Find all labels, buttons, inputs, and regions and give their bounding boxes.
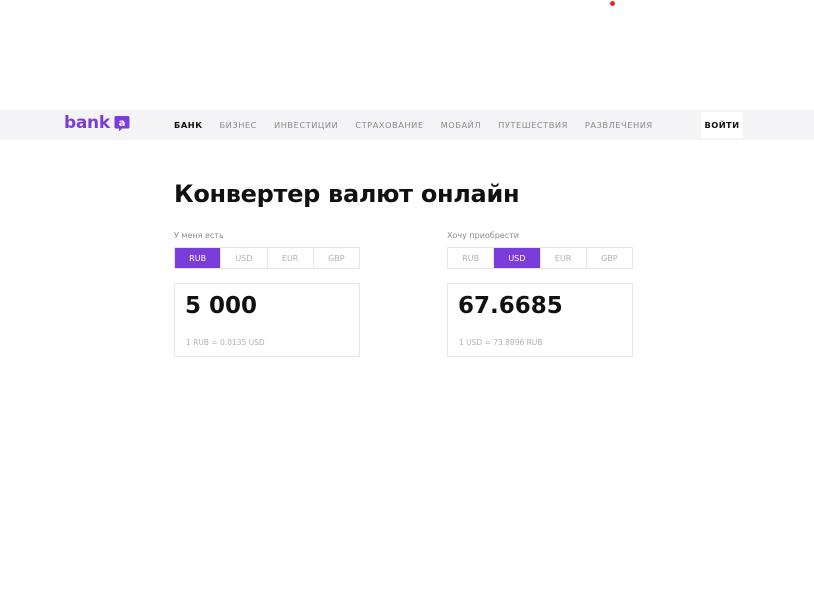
login-button[interactable]: ВОЙТИ	[701, 112, 743, 138]
from-label: У меня есть	[174, 231, 224, 240]
notification-dot-icon	[610, 1, 615, 6]
to-currency-tabs: RUB USD EUR GBP	[447, 247, 633, 269]
to-tab-rub[interactable]: RUB	[448, 248, 495, 268]
main-nav: БАНК БИЗНЕС ИНВЕСТИЦИИ СТРАХОВАНИЕ МОБАЙ…	[174, 110, 670, 140]
bank-logo[interactable]: bank a	[64, 113, 130, 133]
nav-item-insurance[interactable]: СТРАХОВАНИЕ	[355, 120, 423, 130]
to-tab-eur[interactable]: EUR	[540, 248, 587, 268]
from-currency-tabs: RUB USD EUR GBP	[174, 247, 360, 269]
from-tab-usd[interactable]: USD	[221, 248, 268, 268]
nav-item-business[interactable]: БИЗНЕС	[219, 120, 257, 130]
logo-mark-icon: a	[114, 115, 130, 132]
from-rate-text: 1 RUB = 0.0135 USD	[186, 338, 265, 347]
nav-item-investments[interactable]: ИНВЕСТИЦИИ	[274, 120, 338, 130]
from-tab-rub[interactable]: RUB	[175, 248, 222, 268]
nav-item-entertainment[interactable]: РАЗВЛЕЧЕНИЯ	[585, 120, 653, 130]
to-amount-box: 1 USD = 73.8896 RUB	[447, 283, 633, 357]
from-amount-box: 1 RUB = 0.0135 USD	[174, 283, 360, 357]
top-navigation-bar: bank a БАНК БИЗНЕС ИНВЕСТИЦИИ СТРАХОВАНИ…	[0, 110, 814, 140]
nav-item-bank[interactable]: БАНК	[174, 120, 202, 130]
from-currency-panel: У меня есть RUB USD EUR GBP 1 RUB = 0.01…	[174, 231, 360, 357]
from-amount-input[interactable]	[185, 290, 349, 322]
to-rate-text: 1 USD = 73.8896 RUB	[459, 338, 543, 347]
page: bank a БАНК БИЗНЕС ИНВЕСТИЦИИ СТРАХОВАНИ…	[0, 0, 814, 596]
to-currency-panel: Хочу приобрести RUB USD EUR GBP 1 USD = …	[447, 231, 633, 357]
logo-mark-letter: a	[118, 118, 125, 129]
to-label: Хочу приобрести	[447, 231, 519, 240]
page-title: Конвертер валют онлайн	[174, 180, 520, 208]
to-tab-usd[interactable]: USD	[494, 248, 541, 268]
nav-item-mobile[interactable]: МОБАЙЛ	[441, 120, 482, 130]
to-amount-input[interactable]	[458, 290, 622, 322]
nav-item-travel[interactable]: ПУТЕШЕСТВИЯ	[498, 120, 568, 130]
to-tab-gbp[interactable]: GBP	[586, 248, 632, 268]
from-tab-gbp[interactable]: GBP	[313, 248, 359, 268]
from-tab-eur[interactable]: EUR	[267, 248, 314, 268]
logo-text: bank	[64, 113, 110, 133]
